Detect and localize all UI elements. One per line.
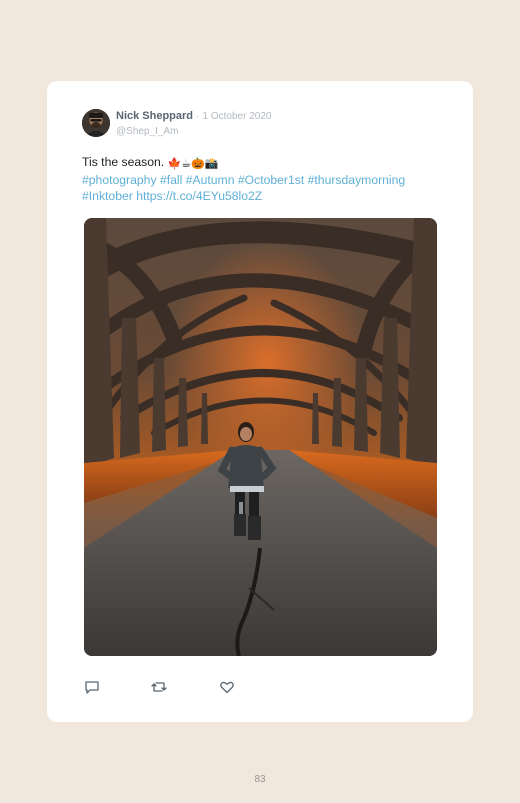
like-icon[interactable] [219,679,235,695]
post-header: Nick Sheppard · 1 October 2020 @Shep_I_A… [116,109,271,139]
hashtag-photography[interactable]: #photography [82,173,157,187]
tweet-link[interactable]: https://t.co/4EYu58lo2Z [136,189,262,203]
author-handle[interactable]: @Shep_I_Am [116,125,271,139]
hashtag-inktober[interactable]: #Inktober [82,189,133,203]
hashtag-october1st[interactable]: #October1st [238,173,304,187]
page-number: 83 [254,774,266,785]
maple-leaf-emoji: 🍁 [167,158,182,170]
post-date[interactable]: 1 October 2020 [203,111,272,122]
separator-dot: · [196,111,200,122]
action-bar [84,679,284,695]
reply-icon[interactable] [84,679,100,695]
tweet-body: Tis the season. [82,155,165,169]
tweet-text: Tis the season. 🍁☕🎃📸 #photography #fall … [82,154,452,204]
coffee-emoji: ☕ [181,158,192,170]
hashtag-autumn[interactable]: #Autumn [186,173,235,187]
retweet-icon[interactable] [151,679,167,695]
avatar[interactable] [82,109,110,137]
pumpkin-emoji: 🎃 [191,158,205,170]
post-photo[interactable] [84,218,437,656]
hashtag-fall[interactable]: #fall [160,173,182,187]
author-name[interactable]: Nick Sheppard [116,110,193,122]
tweet-card: Nick Sheppard · 1 October 2020 @Shep_I_A… [47,81,473,722]
camera-emoji: 📸 [204,158,219,170]
hashtag-thursdaymorning[interactable]: #thursdaymorning [308,173,406,187]
